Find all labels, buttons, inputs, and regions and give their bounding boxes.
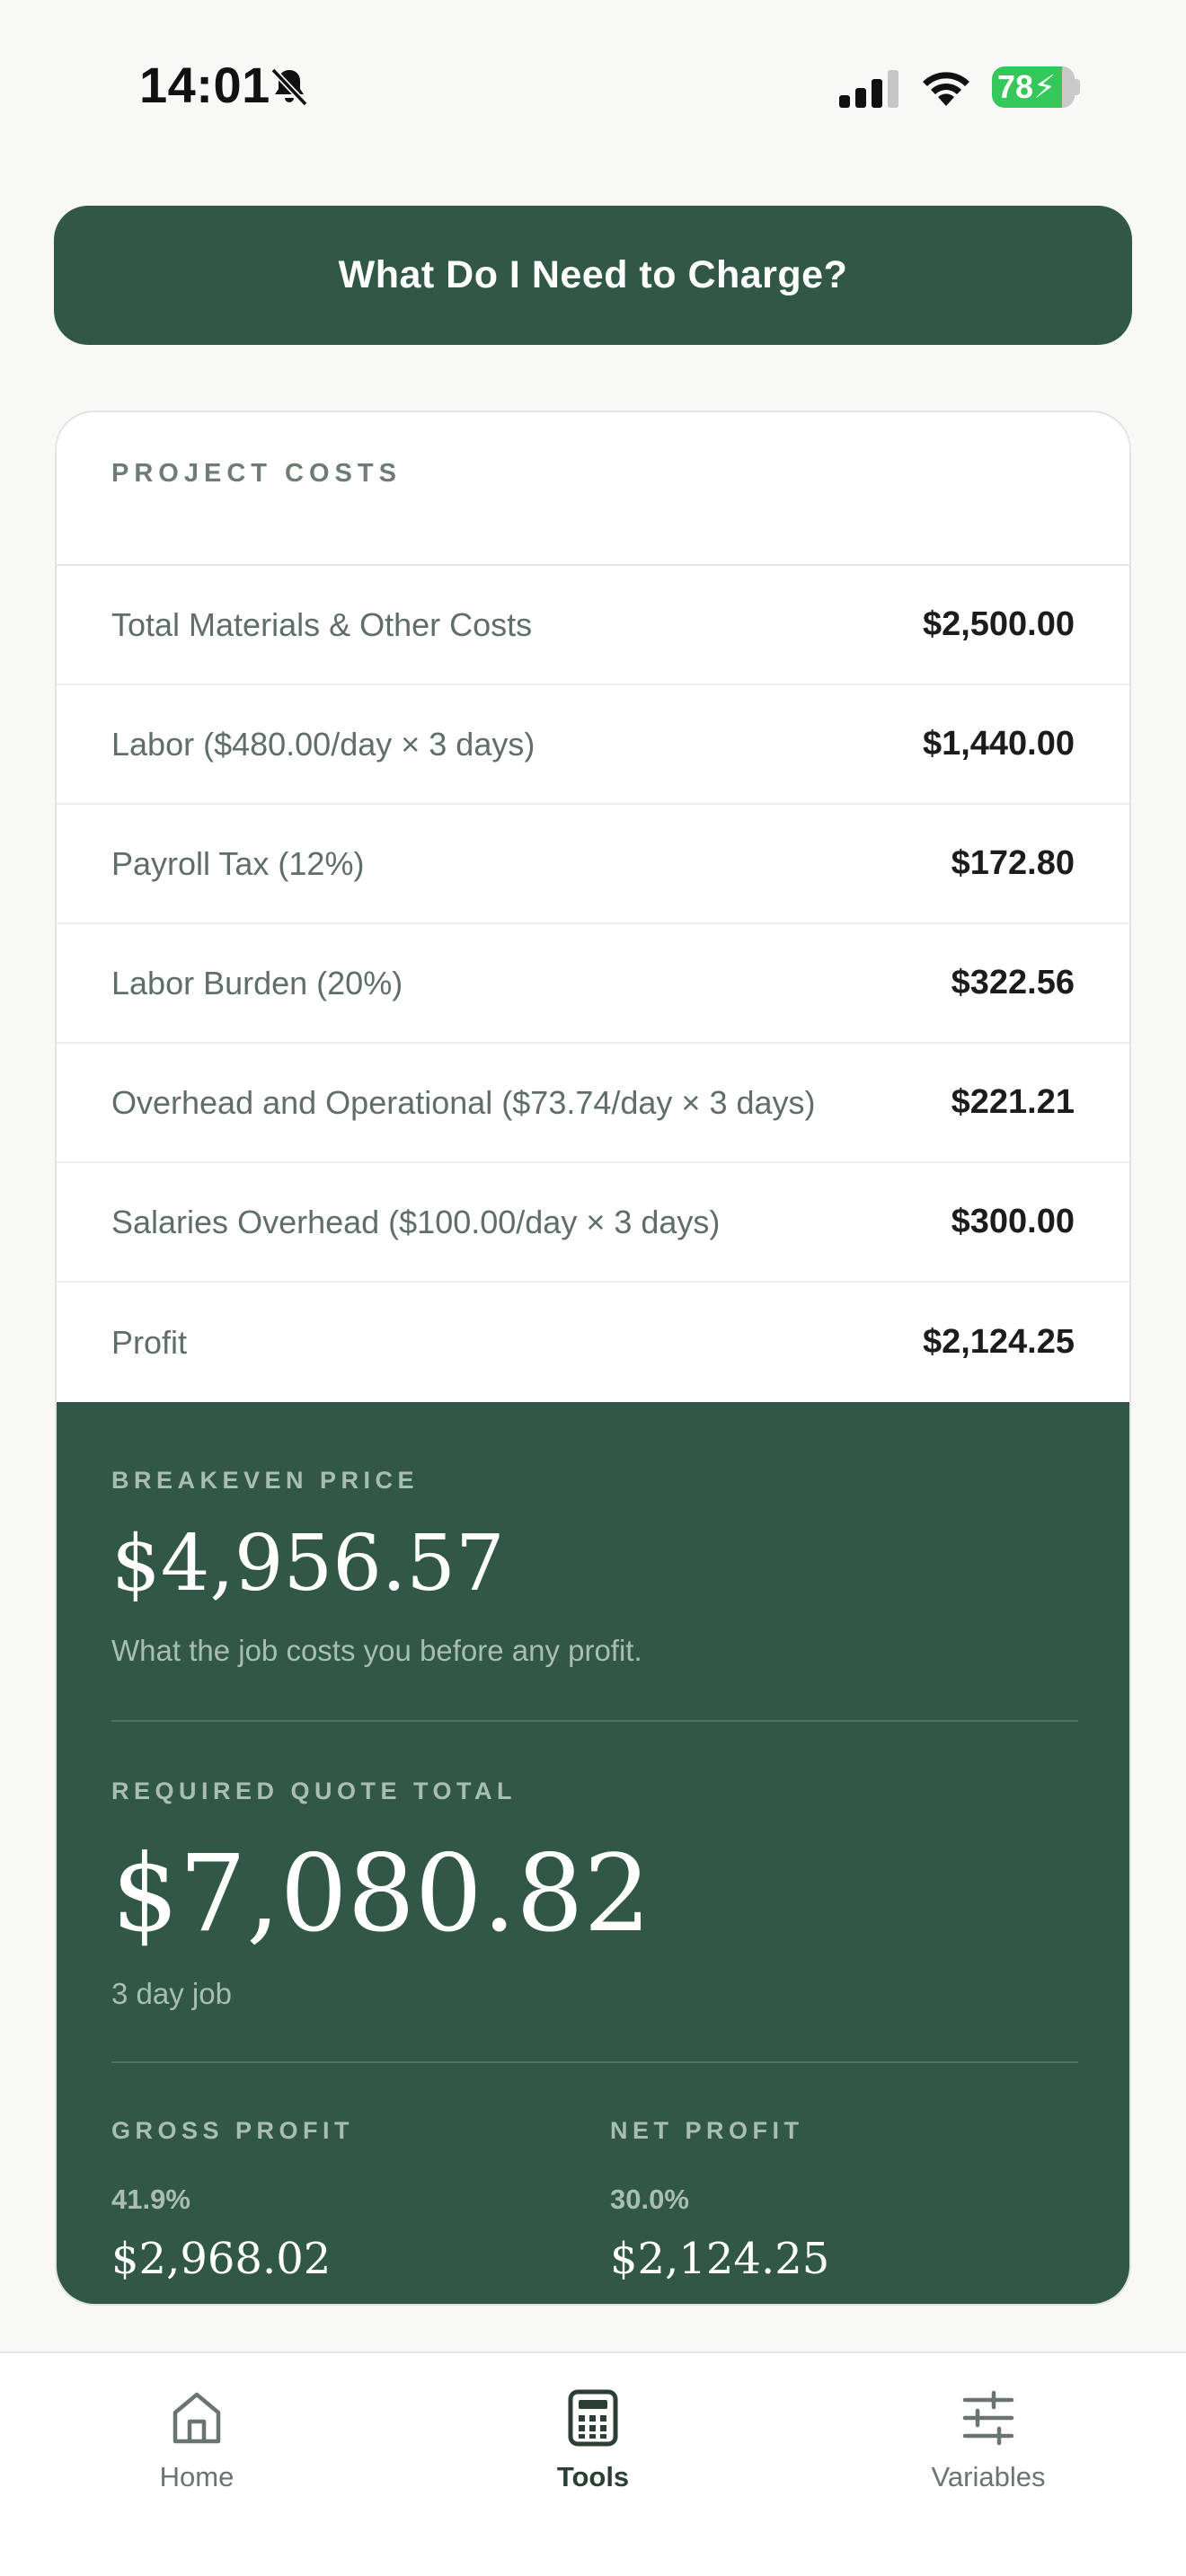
battery-tip [1075, 79, 1080, 95]
divider [111, 2061, 1078, 2063]
breakeven-note: What the job costs you before any profit… [111, 1634, 642, 1667]
cost-value: $322.56 [951, 964, 1075, 1001]
card-header: PROJECT COSTS [57, 412, 1129, 566]
battery-indicator: 78⚡ [992, 66, 1075, 108]
status-time: 14:01 [139, 57, 270, 113]
charging-bolt-icon: ⚡ [1033, 68, 1057, 105]
job-duration-note: 3 day job [111, 1977, 232, 2010]
cost-label: Total Materials & Other Costs [111, 605, 533, 643]
gross-profit-percent: 41.9% [111, 2183, 190, 2215]
cost-label: Payroll Tax (12%) [111, 844, 365, 882]
tab-label: Tools [556, 2461, 630, 2492]
tab-home[interactable]: Home [62, 2389, 332, 2493]
home-icon [173, 2392, 221, 2444]
breakeven-value: $4,956.57 [111, 1519, 505, 1609]
battery-level: 78 [997, 68, 1034, 105]
cost-row-overhead: Overhead and Operational ($73.74/day × 3… [57, 1044, 1129, 1163]
cost-row-labor-burden: Labor Burden (20%) $322.56 [57, 924, 1129, 1044]
cost-row-profit: Profit $2,124.25 [57, 1283, 1129, 1402]
cellular-signal-icon [839, 70, 898, 108]
cost-value: $2,124.25 [922, 1323, 1075, 1361]
status-bar: 14:01 78⚡ [0, 0, 1186, 171]
cost-value: $172.80 [951, 844, 1075, 882]
sliders-icon [962, 2390, 1014, 2446]
tab-variables[interactable]: Variables [854, 2389, 1123, 2493]
section-title: PROJECT COSTS [111, 459, 402, 488]
divider [111, 1720, 1078, 1722]
cost-value: $300.00 [951, 1203, 1075, 1240]
tab-label: Variables [931, 2461, 1046, 2492]
quote-total-label: REQUIRED QUOTE TOTAL [111, 1778, 518, 1804]
cost-row-materials: Total Materials & Other Costs $2,500.00 [57, 566, 1129, 685]
cost-value: $1,440.00 [922, 725, 1075, 763]
bell-muted-icon [270, 67, 308, 107]
gross-profit-label: GROSS PROFIT [111, 2117, 355, 2144]
cost-row-salaries-overhead: Salaries Overhead ($100.00/day × 3 days)… [57, 1163, 1129, 1283]
calculator-icon [568, 2389, 618, 2447]
tab-label: Home [159, 2461, 235, 2492]
pricing-summary-panel: BREAKEVEN PRICE $4,956.57 What the job c… [57, 1402, 1129, 2304]
cost-label: Salaries Overhead ($100.00/day × 3 days) [111, 1203, 721, 1240]
what-to-charge-button[interactable]: What Do I Need to Charge? [54, 206, 1132, 345]
net-profit-label: NET PROFIT [610, 2117, 804, 2144]
tab-tools[interactable]: Tools [458, 2389, 728, 2493]
cost-row-payroll-tax: Payroll Tax (12%) $172.80 [57, 805, 1129, 924]
breakeven-label: BREAKEVEN PRICE [111, 1467, 420, 1494]
cost-value: $221.21 [951, 1083, 1075, 1121]
wifi-icon [923, 72, 969, 106]
cost-label: Overhead and Operational ($73.74/day × 3… [111, 1083, 816, 1121]
cost-list: Total Materials & Other Costs $2,500.00 … [57, 566, 1129, 1402]
cost-value: $2,500.00 [922, 605, 1075, 643]
project-costs-card: PROJECT COSTS Total Materials & Other Co… [55, 410, 1131, 2306]
bottom-tab-bar: Home Tools Variables [0, 2351, 1186, 2576]
cost-label: Labor Burden (20%) [111, 964, 403, 1001]
cost-label: Profit [111, 1323, 188, 1361]
quote-total-value: $7,080.82 [111, 1831, 651, 1955]
gross-profit-value: $2,968.02 [111, 2234, 332, 2284]
cost-row-labor: Labor ($480.00/day × 3 days) $1,440.00 [57, 685, 1129, 805]
net-profit-value: $2,124.25 [610, 2234, 830, 2284]
cost-label: Labor ($480.00/day × 3 days) [111, 725, 535, 763]
net-profit-percent: 30.0% [610, 2183, 689, 2215]
